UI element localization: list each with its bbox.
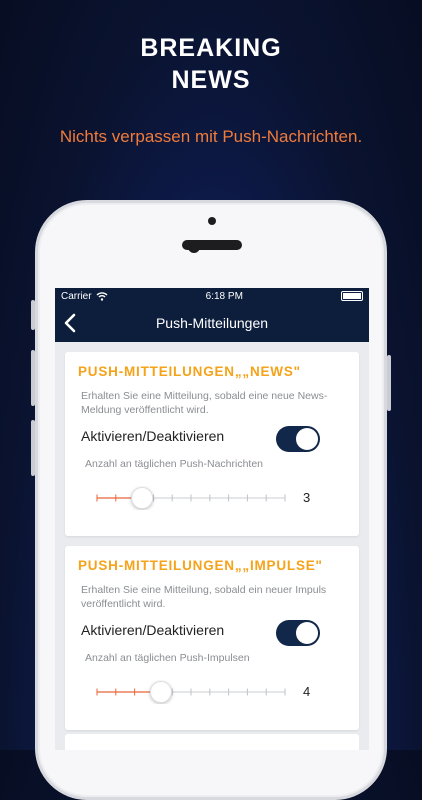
app-screen: Carrier 6:18 PM Push-Mitteilungen PUSH-M… <box>55 288 369 750</box>
count-label: Anzahl an täglichen Push-Impulsen <box>85 652 250 664</box>
toggle-knob <box>296 622 318 644</box>
volume-down-button <box>31 420 35 476</box>
mute-switch <box>31 300 35 330</box>
page-title: Push-Mitteilungen <box>155 315 269 331</box>
toggle-knob <box>296 428 318 450</box>
impulse-push-card: PUSH-MITTEILUNGEN„„IMPULSE" Erhalten Sie… <box>65 546 359 730</box>
slider-value: 3 <box>303 490 311 505</box>
card-description: Erhalten Sie eine Mitteilung, sobald ein… <box>81 584 327 610</box>
count-label: Anzahl an täglichen Push-Nachrichten <box>85 458 264 470</box>
news-toggle-switch[interactable] <box>276 426 320 452</box>
impulse-count-slider[interactable] <box>95 680 289 704</box>
slider-knob[interactable] <box>131 487 154 509</box>
headline-line-2: NEWS <box>171 66 251 94</box>
promo-headline: BREAKING NEWS <box>0 32 422 96</box>
impulse-toggle-switch[interactable] <box>276 620 320 646</box>
next-card <box>65 734 359 750</box>
headline-line-1: BREAKING <box>140 34 282 62</box>
card-description: Erhalten Sie eine Mitteilung, sobald ein… <box>81 390 328 416</box>
volume-up-button <box>31 350 35 406</box>
status-bar: Carrier 6:18 PM <box>55 288 369 304</box>
nav-bar: Push-Mitteilungen <box>55 304 369 342</box>
power-button <box>387 355 391 411</box>
carrier-label: Carrier <box>61 290 92 302</box>
chevron-left-icon[interactable] <box>61 312 81 334</box>
toggle-label: Aktivieren/Deaktivieren <box>81 428 225 444</box>
battery-icon <box>341 291 363 301</box>
clock: 6:18 PM <box>205 290 243 302</box>
slider-track <box>96 681 286 703</box>
news-push-card: PUSH-MITTEILUNGEN„„NEWS" Erhalten Sie ei… <box>65 352 359 536</box>
wifi-icon <box>96 291 108 301</box>
slider-track <box>96 487 286 509</box>
card-title: PUSH-MITTEILUNGEN„„IMPULSE" <box>78 558 323 573</box>
card-title: PUSH-MITTEILUNGEN„„NEWS" <box>78 364 301 379</box>
toggle-label: Aktivieren/Deaktivieren <box>81 622 225 638</box>
news-count-slider[interactable] <box>95 486 289 510</box>
slider-value: 4 <box>303 684 311 699</box>
promo-subline: Nichts verpassen mit Push-Nachrichten. <box>59 127 363 146</box>
slider-knob[interactable] <box>149 681 172 703</box>
earpiece-speaker <box>182 240 242 250</box>
proximity-sensor <box>208 217 216 225</box>
